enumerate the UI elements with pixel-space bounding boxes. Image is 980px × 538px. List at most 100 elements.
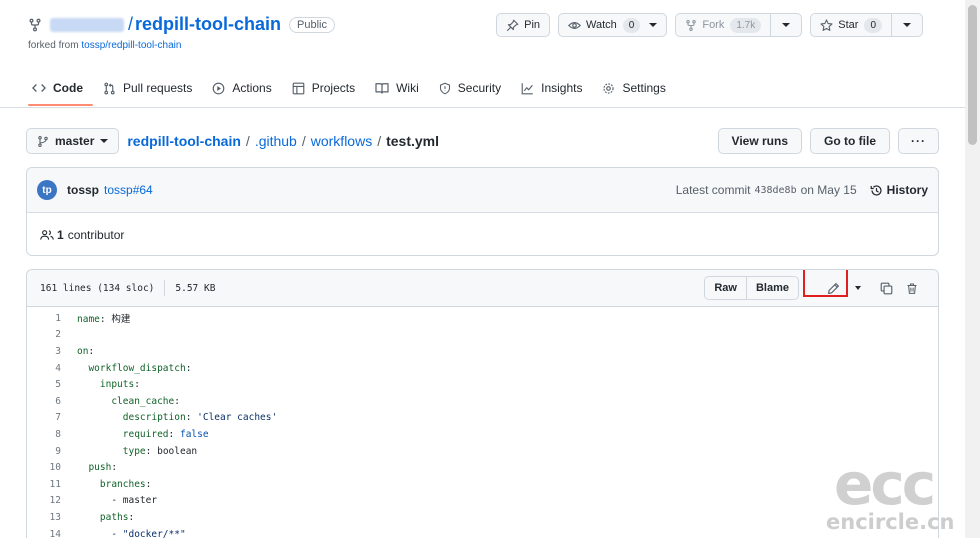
code-line: 1 name: 构建 [27,310,938,327]
delete-button[interactable] [899,276,925,300]
line-number[interactable]: 2 [27,329,61,340]
line-content: inputs: [61,379,140,390]
watch-count: 0 [622,17,641,33]
star-button[interactable]: Star 0 [810,13,923,37]
yaml-key: paths [99,511,129,523]
code-line: 2 [27,327,938,344]
pin-button[interactable]: Pin [496,13,551,37]
line-content: name: 构建 [61,311,130,325]
tab-wiki[interactable]: Wiki [365,74,429,102]
fork-dropdown[interactable] [770,14,801,36]
repo-title-row: / redpill-tool-chain Public [28,14,335,35]
star-dropdown[interactable] [891,14,922,36]
yaml-key: on [77,345,89,357]
latest-commit-box: tp tossp tossp#64 Latest commit 438de8b … [26,167,939,256]
file-info-divider [164,280,166,296]
tab-projects[interactable]: Projects [282,74,365,102]
line-number[interactable]: 3 [27,346,61,357]
commit-date: on May 15 [800,183,857,197]
avatar[interactable]: tp [37,180,57,200]
tab-security[interactable]: Security [429,74,511,102]
line-content: clean_cache: [61,396,180,407]
tab-label: Projects [311,81,356,95]
tab-settings[interactable]: Settings [592,74,675,102]
yaml-colon: : [168,428,180,440]
copy-button[interactable] [873,276,899,300]
line-number[interactable]: 13 [27,512,61,523]
more-options-button[interactable]: ··· [898,128,939,154]
line-number[interactable]: 8 [27,429,61,440]
tab-code[interactable]: Code [28,74,93,106]
forked-from-note: forked from tossp/redpill-tool-chain [28,40,181,51]
branch-selector[interactable]: master [26,128,120,154]
scrollbar-thumb[interactable] [968,5,977,145]
commit-message-link[interactable]: tossp#64 [104,183,153,197]
commit-author-link[interactable]: tossp [67,183,99,197]
watch-label: Watch [586,19,617,31]
raw-button[interactable]: Raw [705,277,746,299]
star-count: 0 [864,17,882,33]
commit-sha-link[interactable]: 438de8b [754,185,796,196]
line-number[interactable]: 14 [27,529,61,538]
line-content: branches: [61,478,152,490]
line-number[interactable]: 1 [27,313,61,324]
line-number[interactable]: 5 [27,379,61,390]
code-line: 11 branches: [27,476,938,493]
line-number[interactable]: 7 [27,412,61,423]
table-icon [292,82,305,94]
edit-button-highlight [803,270,848,297]
file-size: 5.57 KB [175,282,216,294]
repo-forked-icon [29,18,41,31]
line-number[interactable]: 6 [27,396,61,407]
history-icon [870,184,882,196]
forked-from-link[interactable]: tossp/redpill-tool-chain [81,40,181,51]
breadcrumb-repo-link[interactable]: redpill-tool-chain [127,133,241,149]
line-number[interactable]: 9 [27,446,61,457]
line-content: workflow_dispatch: [61,363,191,374]
tab-insights[interactable]: Insights [511,74,592,102]
yaml-colon: : [134,379,140,391]
breadcrumb-workflows-link[interactable]: workflows [311,133,372,149]
tab-actions[interactable]: Actions [202,74,281,102]
chevron-down-icon[interactable] [855,286,861,290]
blame-button[interactable]: Blame [745,277,798,299]
graph-icon [521,82,533,94]
header-divider [0,107,965,108]
fork-button[interactable]: Fork 1.7k [675,13,803,37]
owner-name-redacted[interactable] [50,17,124,32]
breadcrumb-separator: / [245,133,250,149]
repo-actions: Pin Watch 0 Fork 1.7k Star 0 [496,13,923,37]
yaml-value: 'Clear caches' [197,412,278,424]
trash-icon [907,282,917,294]
contributors-row[interactable]: 1 contributor [27,213,938,256]
repo-name-link[interactable]: redpill-tool-chain [135,14,281,35]
line-content: push: [61,462,117,473]
line-content: - master [61,495,157,506]
breadcrumb-current-file: test.yml [386,133,440,149]
repo-nav-tabs: Code Pull requests Actions Projects Wiki… [28,74,676,106]
page-scrollbar[interactable] [965,0,980,538]
line-number[interactable]: 12 [27,495,61,506]
tab-pull-requests[interactable]: Pull requests [93,74,202,102]
go-to-file-button[interactable]: Go to file [810,128,890,154]
line-number[interactable]: 4 [27,363,61,374]
breadcrumb-github-link[interactable]: .github [255,133,297,149]
gear-icon [603,82,615,94]
history-link[interactable]: History [870,183,928,197]
watch-button[interactable]: Watch 0 [558,13,668,37]
line-number[interactable]: 10 [27,462,61,473]
code-icon [32,84,46,92]
latest-commit-label: Latest commit [675,183,751,197]
yaml-key: branches [99,478,146,490]
tab-label: Insights [541,81,583,95]
code-line: 5 inputs: [27,376,938,393]
yaml-value: false [179,428,209,440]
view-runs-button[interactable]: View runs [717,128,802,154]
line-number[interactable]: 11 [27,479,61,490]
